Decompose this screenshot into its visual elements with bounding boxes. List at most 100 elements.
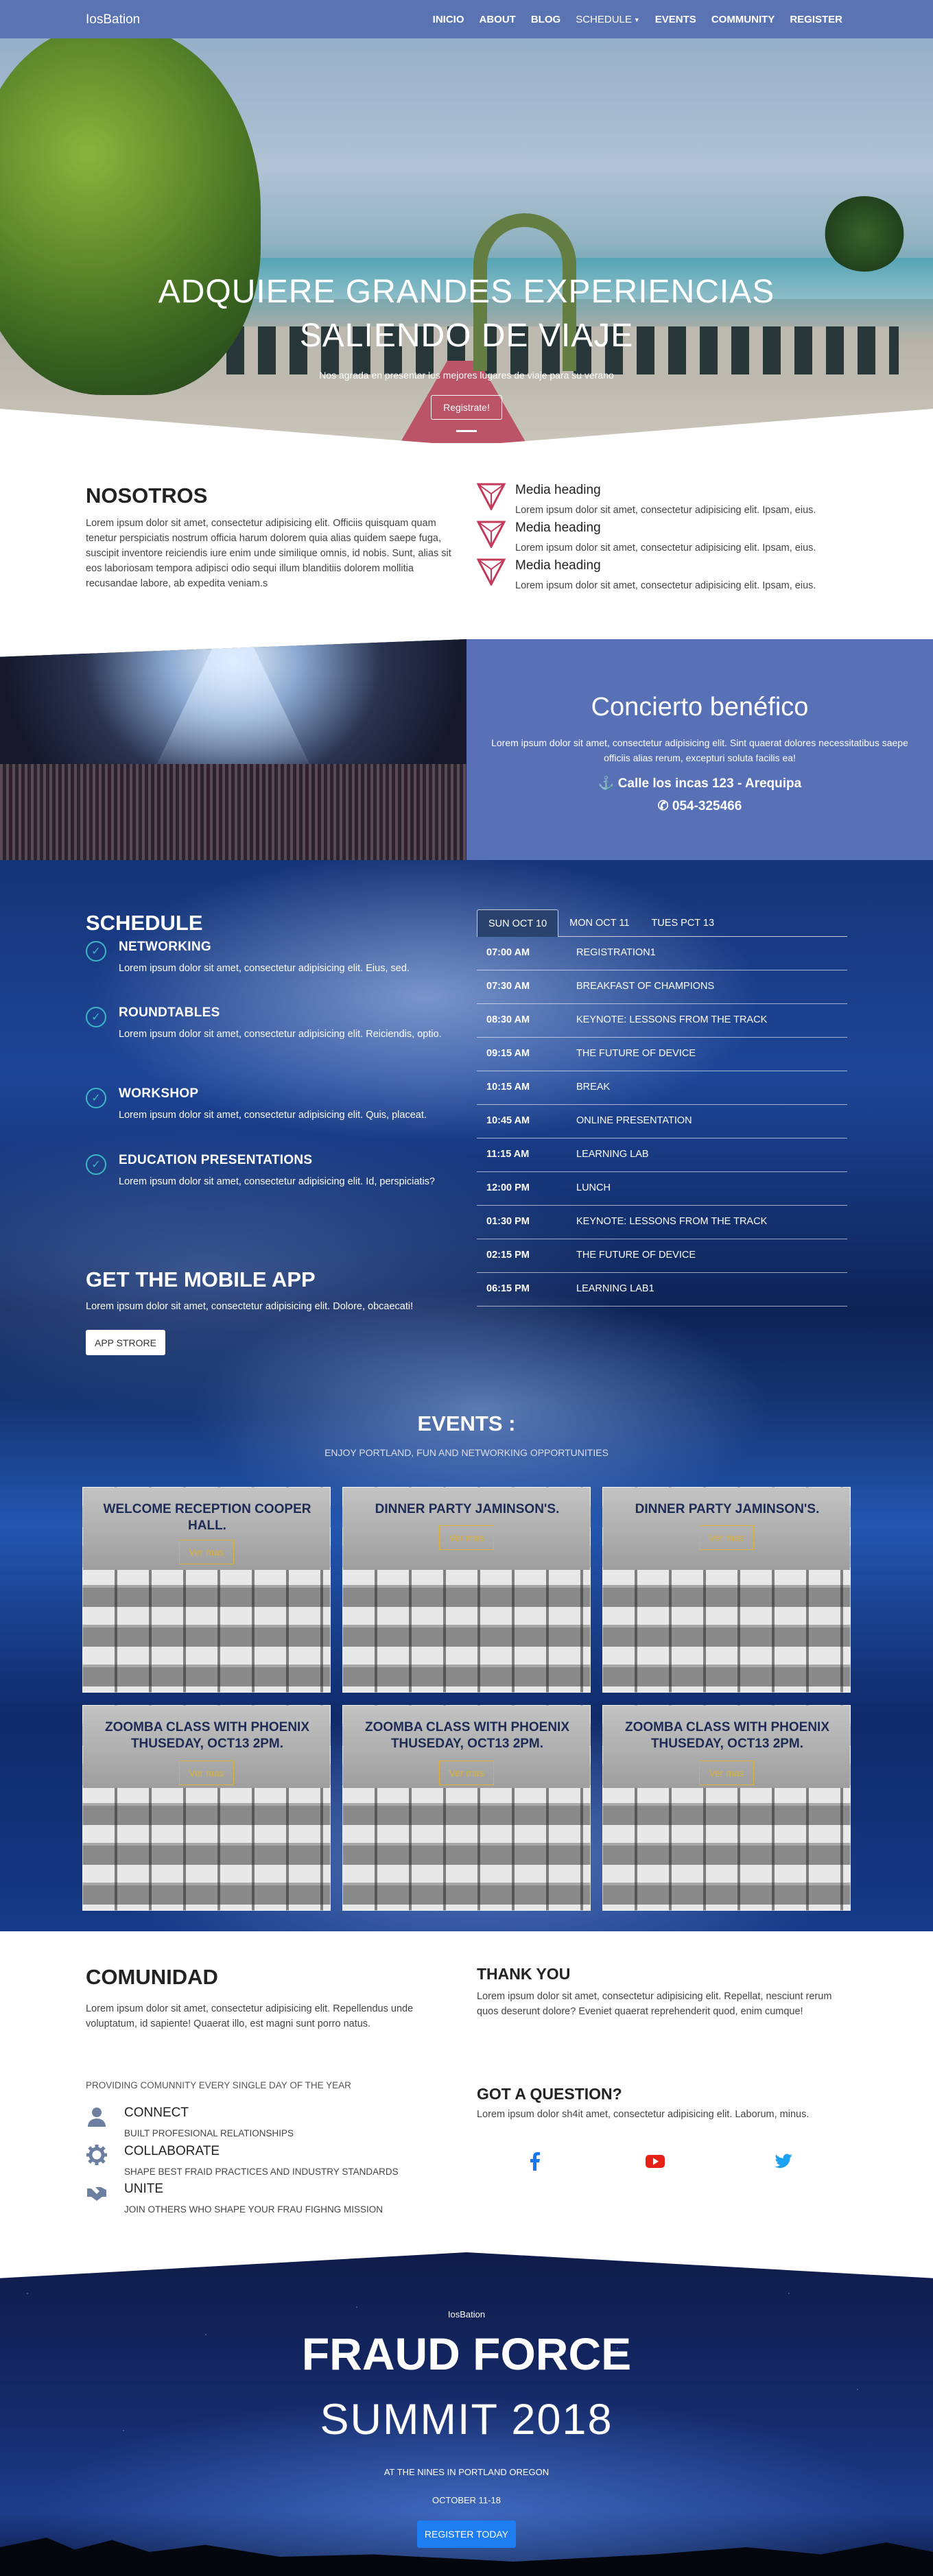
schedule-item-title: WORKSHOP <box>119 1086 199 1101</box>
hero-section: ADQUIERE GRANDES EXPERIENCIAS SALIENDO DE… <box>0 38 933 443</box>
schedule-time: 10:45 AM <box>486 1115 530 1126</box>
tab-tues-oct-13[interactable]: TUES PCT 13 <box>640 909 725 937</box>
youtube-icon[interactable] <box>645 2151 665 2171</box>
hero-subtitle: Nos agrada en presentar los mejores luga… <box>319 370 614 381</box>
register-today-button[interactable]: REGISTER TODAY <box>417 2520 516 2548</box>
event-card: DINNER PARTY JAMINSON'S. Ver mas <box>602 1487 851 1693</box>
feature-text: SHAPE BEST FRAID PRACTICES AND INDUSTRY … <box>124 2167 399 2177</box>
schedule-row: 12:00 PM LUNCH <box>477 1172 847 1206</box>
feature-title: CONNECT <box>124 2106 189 2120</box>
app-text: Lorem ipsum dolor sit amet, consectetur … <box>86 1301 414 1312</box>
schedule-row: 09:15 AM THE FUTURE OF DEVICE <box>477 1038 847 1071</box>
nav-item-schedule-dropdown[interactable]: SCHEDULE ▼ <box>576 14 640 25</box>
nav-menu: INICIO ABOUT BLOG SCHEDULE ▼ EVENTS COMMU… <box>433 14 842 25</box>
schedule-row: 02:15 PM THE FUTURE OF DEVICE <box>477 1239 847 1273</box>
schedule-item-text: Lorem ipsum dolor sit amet, consectetur … <box>119 1029 442 1040</box>
feature-title: UNITE <box>124 2182 163 2196</box>
app-title: GET THE MOBILE APP <box>86 1267 316 1291</box>
event-card: DINNER PARTY JAMINSON'S. Ver mas <box>342 1487 591 1693</box>
nav-item-about[interactable]: ABOUT <box>480 14 516 25</box>
check-icon: ✓ <box>86 941 106 962</box>
ver-mas-button[interactable]: Ver mas <box>179 1761 234 1785</box>
event-card-title: ZOOMBA CLASS WITH PHOENIX THUSEDAY, OCT1… <box>364 1720 570 1751</box>
hero-title: ADQUIERE GRANDES EXPERIENCIAS SALIENDO DE… <box>0 270 933 358</box>
thanks-title: THANK YOU <box>477 1965 571 1983</box>
schedule-event: KEYNOTE: LESSONS FROM THE TRACK <box>576 1216 768 1227</box>
media-heading: Media heading <box>515 521 601 535</box>
schedule-item-title: NETWORKING <box>119 940 211 954</box>
nosotros-title: NOSOTROS <box>86 484 208 508</box>
nosotros-text: Lorem ipsum dolor sit amet, consectetur … <box>86 518 451 589</box>
brand-logo[interactable]: IosBation <box>86 12 140 27</box>
feature-title: COLLABORATE <box>124 2144 220 2158</box>
schedule-time: 06:15 PM <box>486 1283 530 1294</box>
schedule-row: 10:15 AM BREAK <box>477 1071 847 1105</box>
triangle-logo-icon <box>477 521 506 548</box>
events-title: EVENTS : <box>417 1411 516 1435</box>
check-icon: ✓ <box>86 1007 106 1027</box>
ver-mas-button[interactable]: Ver mas <box>439 1761 494 1785</box>
ver-mas-button[interactable]: Ver mas <box>179 1540 234 1564</box>
event-card-title: ZOOMBA CLASS WITH PHOENIX THUSEDAY, OCT1… <box>624 1720 830 1751</box>
comunidad-title: COMUNIDAD <box>86 1965 218 1989</box>
concert-photo <box>0 639 466 860</box>
schedule-event: BREAK <box>576 1082 611 1093</box>
media-heading: Media heading <box>515 558 601 573</box>
schedule-time: 12:00 PM <box>486 1182 530 1193</box>
question-title: GOT A QUESTION? <box>477 2085 622 2103</box>
event-card: WELCOME RECEPTION COOPER HALL. Ver mas <box>82 1487 331 1693</box>
phone-icon: ✆ <box>657 799 672 813</box>
gear-icon <box>86 2145 107 2165</box>
chevron-down-icon: ▼ <box>633 16 640 24</box>
event-card-title: ZOOMBA CLASS WITH PHOENIX THUSEDAY, OCT1… <box>104 1720 310 1751</box>
hero-divider <box>456 430 477 432</box>
schedule-time: 11:15 AM <box>486 1149 530 1160</box>
schedule-item-text: Lorem ipsum dolor sit amet, consectetur … <box>119 1176 435 1187</box>
app-store-button[interactable]: APP STRORE <box>86 1330 165 1355</box>
media-text: Lorem ipsum dolor sit amet, consectetur … <box>515 542 816 553</box>
check-icon: ✓ <box>86 1088 106 1108</box>
media-heading: Media heading <box>515 483 601 497</box>
schedule-event: LUNCH <box>576 1182 611 1193</box>
comunidad-text: Lorem ipsum dolor sit amet, consectetur … <box>86 2003 414 2029</box>
nav-item-blog[interactable]: BLOG <box>531 14 560 25</box>
nav-item-community[interactable]: COMMUNITY <box>711 14 775 25</box>
navbar: IosBation INICIO ABOUT BLOG SCHEDULE ▼ EV… <box>0 0 933 38</box>
events-subtitle: ENJOY PORTLAND, FUN AND NETWORKING OPPOR… <box>324 1447 609 1458</box>
tab-mon-oct-11[interactable]: MON OCT 11 <box>558 909 640 937</box>
schedule-event: KEYNOTE: LESSONS FROM THE TRACK <box>576 1014 768 1025</box>
user-icon <box>88 2108 106 2127</box>
schedule-row: 07:30 AM BREAKFAST OF CHAMPIONS <box>477 970 847 1004</box>
concert-section: Concierto benéfico Lorem ipsum dolor sit… <box>0 639 933 860</box>
triangle-logo-icon <box>477 558 506 586</box>
tab-sun-oct-10[interactable]: SUN OCT 10 <box>477 909 559 937</box>
schedule-tabs: SUN OCT 10 MON OCT 11 TUES PCT 13 <box>477 909 847 937</box>
event-card-title: DINNER PARTY JAMINSON'S. <box>635 1502 820 1516</box>
ver-mas-button[interactable]: Ver mas <box>439 1525 494 1550</box>
ver-mas-button[interactable]: Ver mas <box>699 1761 754 1785</box>
footer-summit: SUMMIT 2018 <box>320 2396 613 2444</box>
question-text: Lorem ipsum dolor sh4it amet, consectetu… <box>477 2109 810 2120</box>
schedule-time: 08:30 AM <box>486 1014 530 1025</box>
schedule-event: THE FUTURE OF DEVICE <box>576 1048 696 1059</box>
concert-phone-label: 054-325466 <box>672 799 742 813</box>
location-icon: ⚓ <box>598 776 618 791</box>
nav-item-register[interactable]: REGISTER <box>790 14 842 25</box>
schedule-row: 10:45 AM ONLINE PRESENTATION <box>477 1105 847 1138</box>
nav-item-inicio[interactable]: INICIO <box>433 14 464 25</box>
schedule-row: 06:15 PM LEARNING LAB1 <box>477 1273 847 1307</box>
schedule-row: 11:15 AM LEARNING LAB <box>477 1138 847 1172</box>
footer-date: OCTOBER 11-18 <box>432 2495 501 2505</box>
register-button[interactable]: Registrate! <box>431 395 502 420</box>
facebook-icon[interactable] <box>525 2151 545 2171</box>
twitter-icon[interactable] <box>773 2151 794 2171</box>
handshake-icon <box>87 2187 106 2201</box>
schedule-event: LEARNING LAB <box>576 1149 649 1160</box>
nav-item-events[interactable]: EVENTS <box>655 14 696 25</box>
schedule-event: REGISTRATION1 <box>576 947 656 958</box>
nav-item-schedule-label: SCHEDULE <box>576 14 632 25</box>
triangle-logo-icon <box>477 483 506 510</box>
schedule-item-text: Lorem ipsum dolor sit amet, consectetur … <box>119 963 410 974</box>
ver-mas-button[interactable]: Ver mas <box>699 1525 754 1550</box>
footer-location: AT THE NINES IN PORTLAND OREGON <box>383 2467 550 2477</box>
